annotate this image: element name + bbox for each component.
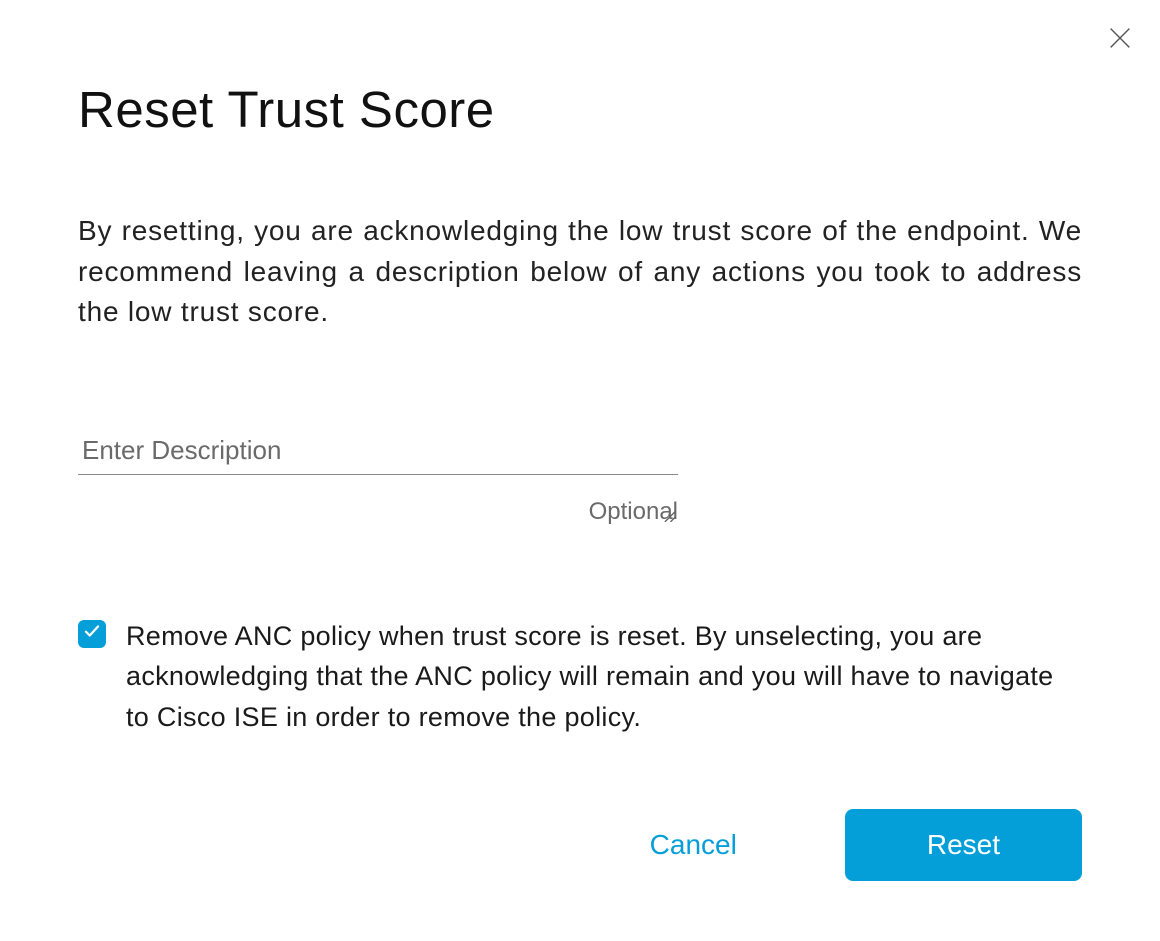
input-hint: Optional [78,498,678,526]
checkmark-icon [83,622,101,645]
close-button[interactable] [1104,24,1136,56]
description-field-wrap: Optional [78,429,678,526]
description-input[interactable] [78,429,678,475]
close-icon [1106,24,1134,57]
reset-button[interactable]: Reset [845,809,1082,881]
remove-anc-policy-row: Remove ANC policy when trust score is re… [78,616,1082,738]
remove-anc-policy-label: Remove ANC policy when trust score is re… [126,616,1082,738]
dialog-description: By resetting, you are acknowledging the … [78,211,1082,333]
reset-trust-score-dialog: Reset Trust Score By resetting, you are … [0,0,1160,941]
dialog-title: Reset Trust Score [78,80,1082,139]
dialog-actions: Cancel Reset [78,809,1082,881]
remove-anc-policy-checkbox[interactable] [78,620,106,648]
cancel-button[interactable]: Cancel [638,811,749,879]
